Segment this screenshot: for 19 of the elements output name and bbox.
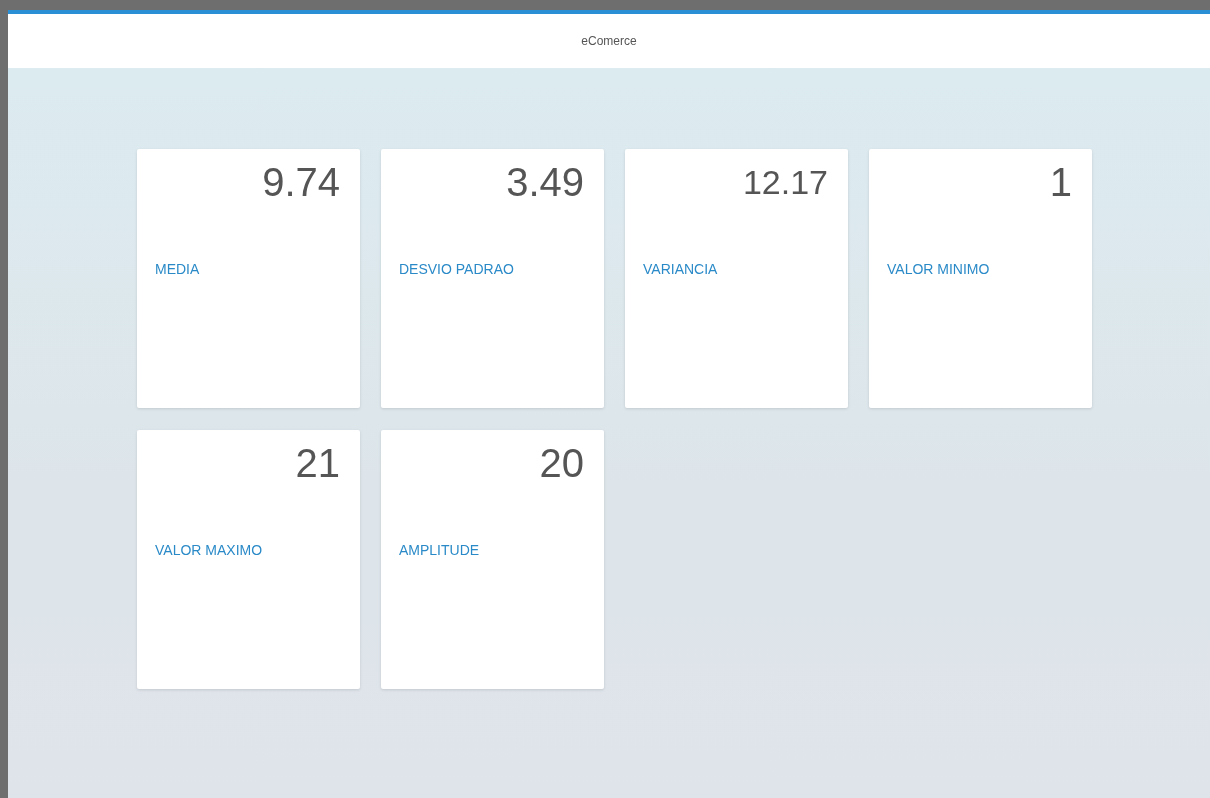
stat-label: VARIANCIA xyxy=(643,261,719,277)
stat-label: VALOR MINIMO xyxy=(887,261,991,277)
stat-label: VALOR MAXIMO xyxy=(155,542,264,558)
stat-tile[interactable]: 3.49 DESVIO PADRAO xyxy=(381,149,604,408)
stat-value: 9.74 xyxy=(262,159,340,205)
stat-value: 3.49 xyxy=(506,159,584,205)
stat-label: AMPLITUDE xyxy=(399,542,481,558)
stat-tile[interactable]: 9.74 MEDIA xyxy=(137,149,360,408)
stat-value: 1 xyxy=(1049,159,1072,205)
stat-tile[interactable]: 21 VALOR MAXIMO xyxy=(137,430,360,689)
stat-tile[interactable]: 12.17 VARIANCIA xyxy=(625,149,848,408)
stat-value: 20 xyxy=(539,440,584,486)
stat-label: MEDIA xyxy=(155,261,201,277)
stat-tile[interactable]: 20 AMPLITUDE xyxy=(381,430,604,689)
app-title: eComerce xyxy=(581,34,637,48)
stat-value: 12.17 xyxy=(742,162,828,203)
stat-tile[interactable]: 1 VALOR MINIMO xyxy=(869,149,1092,408)
stat-label: DESVIO PADRAO xyxy=(399,261,515,277)
stat-value: 21 xyxy=(295,440,340,486)
